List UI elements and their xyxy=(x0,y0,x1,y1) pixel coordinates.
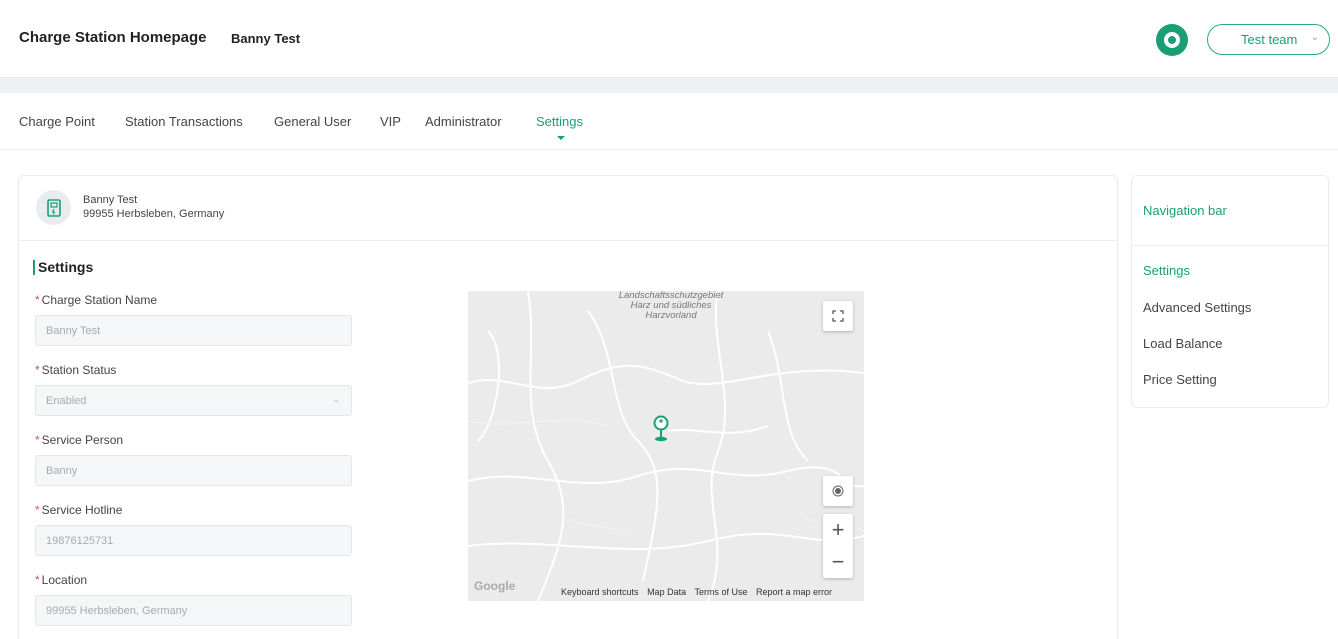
station-name-input[interactable]: Banny Test xyxy=(35,315,352,346)
locate-icon[interactable] xyxy=(823,476,853,506)
tab-station-transactions[interactable]: Station Transactions xyxy=(125,114,243,129)
nav-item-load-balance[interactable]: Load Balance xyxy=(1143,336,1223,351)
active-tab-indicator xyxy=(557,136,565,140)
map-provider-logo: Google xyxy=(474,579,516,593)
app-logo-icon[interactable] xyxy=(1156,24,1188,56)
app-header: Charge Station Homepage Banny Test Test … xyxy=(0,0,1338,78)
field-label-service-person: * Service Person xyxy=(35,433,124,447)
chevron-down-icon: ⌄ xyxy=(332,394,340,404)
station-header: Banny Test 99955 Herbsleben, Germany xyxy=(19,176,1117,241)
nav-item-price-setting[interactable]: Price Setting xyxy=(1143,372,1217,387)
map-link-map-data[interactable]: Map Data xyxy=(647,587,686,597)
page-title: Charge Station Homepage xyxy=(19,29,207,46)
map-region-label: Landschaftsschutzgebiet Harz und südlich… xyxy=(618,291,724,321)
nav-item-settings[interactable]: Settings xyxy=(1143,263,1190,278)
service-hotline-input[interactable]: 19876125731 xyxy=(35,525,352,556)
tab-vip[interactable]: VIP xyxy=(380,114,401,129)
navigation-title: Navigation bar xyxy=(1143,203,1227,218)
map-marker-icon[interactable] xyxy=(651,414,671,449)
station-name: Banny Test xyxy=(83,194,138,206)
section-title: Settings xyxy=(33,260,93,275)
navigation-header: Navigation bar xyxy=(1132,176,1328,246)
station-address: 99955 Herbsleben, Germany xyxy=(83,208,225,220)
team-select[interactable]: Test team ⌄ xyxy=(1207,24,1330,55)
tab-bar: Charge Point Station Transactions Genera… xyxy=(0,93,1338,150)
chevron-down-icon: ⌄ xyxy=(1310,32,1319,43)
tab-settings[interactable]: Settings xyxy=(536,114,583,129)
navigation-card: Navigation bar Settings Advanced Setting… xyxy=(1131,175,1329,408)
field-label-station-status: * Station Status xyxy=(35,363,117,377)
station-status-select[interactable]: Enabled ⌄ xyxy=(35,385,352,416)
map-footer: Keyboard shortcuts Map Data Terms of Use… xyxy=(561,587,838,597)
team-select-label: Test team xyxy=(1241,32,1298,47)
zoom-out-button[interactable]: − xyxy=(823,546,853,578)
location-input[interactable]: 99955 Herbsleben, Germany xyxy=(35,595,352,626)
charger-icon xyxy=(36,190,71,225)
zoom-in-button[interactable]: + xyxy=(823,514,853,546)
service-person-input[interactable]: Banny xyxy=(35,455,352,486)
field-label-station-name: * Charge Station Name xyxy=(35,293,158,307)
tab-general-user[interactable]: General User xyxy=(274,114,351,129)
nav-item-advanced-settings[interactable]: Advanced Settings xyxy=(1143,300,1251,315)
map-link-report-error[interactable]: Report a map error xyxy=(756,587,832,597)
tab-charge-point[interactable]: Charge Point xyxy=(19,114,95,129)
location-map[interactable]: Landschaftsschutzgebiet Harz und südlich… xyxy=(468,291,864,601)
fullscreen-icon[interactable] xyxy=(823,301,853,331)
zoom-control: + − xyxy=(823,514,853,578)
map-link-terms[interactable]: Terms of Use xyxy=(694,587,747,597)
settings-card: Banny Test 99955 Herbsleben, Germany Set… xyxy=(18,175,1118,639)
header-divider xyxy=(0,78,1338,93)
map-link-keyboard-shortcuts[interactable]: Keyboard shortcuts xyxy=(561,587,639,597)
field-label-service-hotline: * Service Hotline xyxy=(35,503,123,517)
field-label-location: * Location xyxy=(35,573,88,587)
tab-administrator[interactable]: Administrator xyxy=(425,114,502,129)
station-subtitle: Banny Test xyxy=(231,31,301,46)
